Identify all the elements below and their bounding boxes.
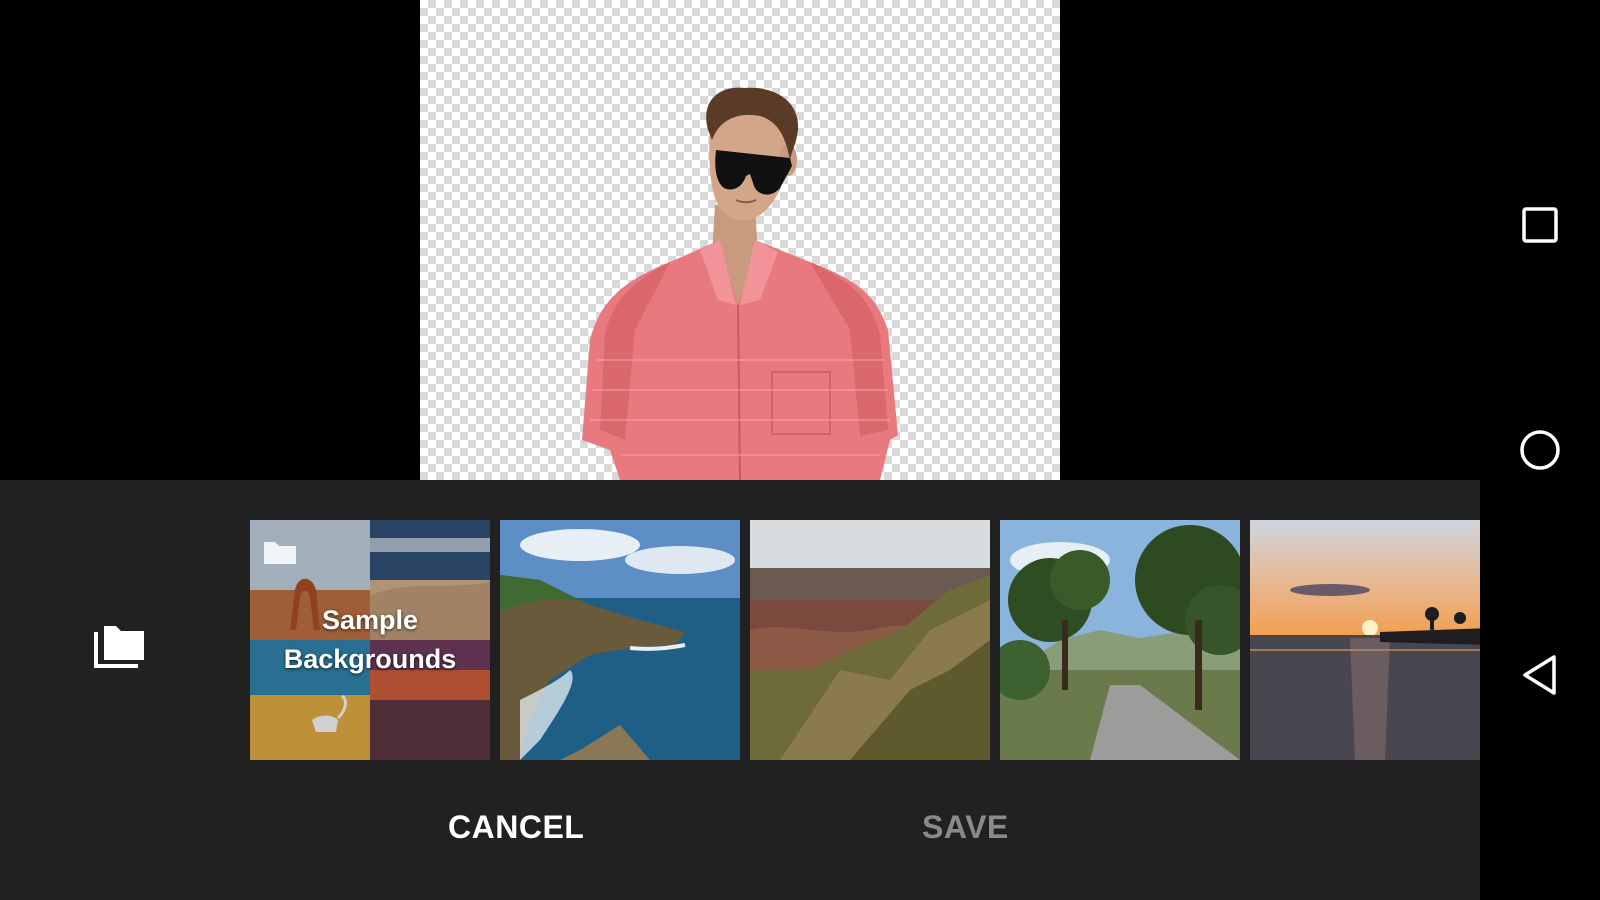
sunset-photo [1250, 520, 1480, 760]
cutout-person [582, 87, 898, 480]
background-thumbnail-canyon[interactable] [750, 520, 990, 760]
cutout-preview [420, 0, 1060, 480]
sample-label-line2: Backgrounds [283, 644, 457, 674]
background-thumbnail-road[interactable] [1000, 520, 1240, 760]
triangle-back-icon [1523, 655, 1556, 695]
canyon-photo [750, 520, 990, 760]
sample-backgrounds-tile[interactable]: Sample Backgrounds [250, 520, 490, 760]
recents-button[interactable] [1510, 195, 1570, 255]
app-screen: Sample Backgrounds CANCEL SAVE [0, 0, 1600, 900]
background-picker-panel: Sample Backgrounds CANCEL SAVE [0, 480, 1480, 900]
sample-label-line1: Sample [321, 605, 419, 635]
background-thumbnail-sunset[interactable] [1250, 520, 1480, 760]
coast-photo [500, 520, 740, 760]
circle-home-icon [1520, 430, 1560, 470]
background-thumbnail-coast[interactable] [500, 520, 740, 760]
road-photo [1000, 520, 1240, 760]
system-navigation-bar [1480, 0, 1600, 900]
square-recents-icon [1522, 207, 1558, 243]
folder-stack-icon [94, 626, 144, 668]
browse-folder-button[interactable] [88, 614, 152, 678]
cancel-button[interactable]: CANCEL [448, 802, 584, 852]
home-button[interactable] [1510, 420, 1570, 480]
thumbnail-strip: Sample Backgrounds [250, 520, 1480, 760]
save-button[interactable]: SAVE [922, 802, 1009, 852]
back-button[interactable] [1510, 645, 1570, 705]
sample-backgrounds-label: Sample Backgrounds [250, 520, 490, 760]
